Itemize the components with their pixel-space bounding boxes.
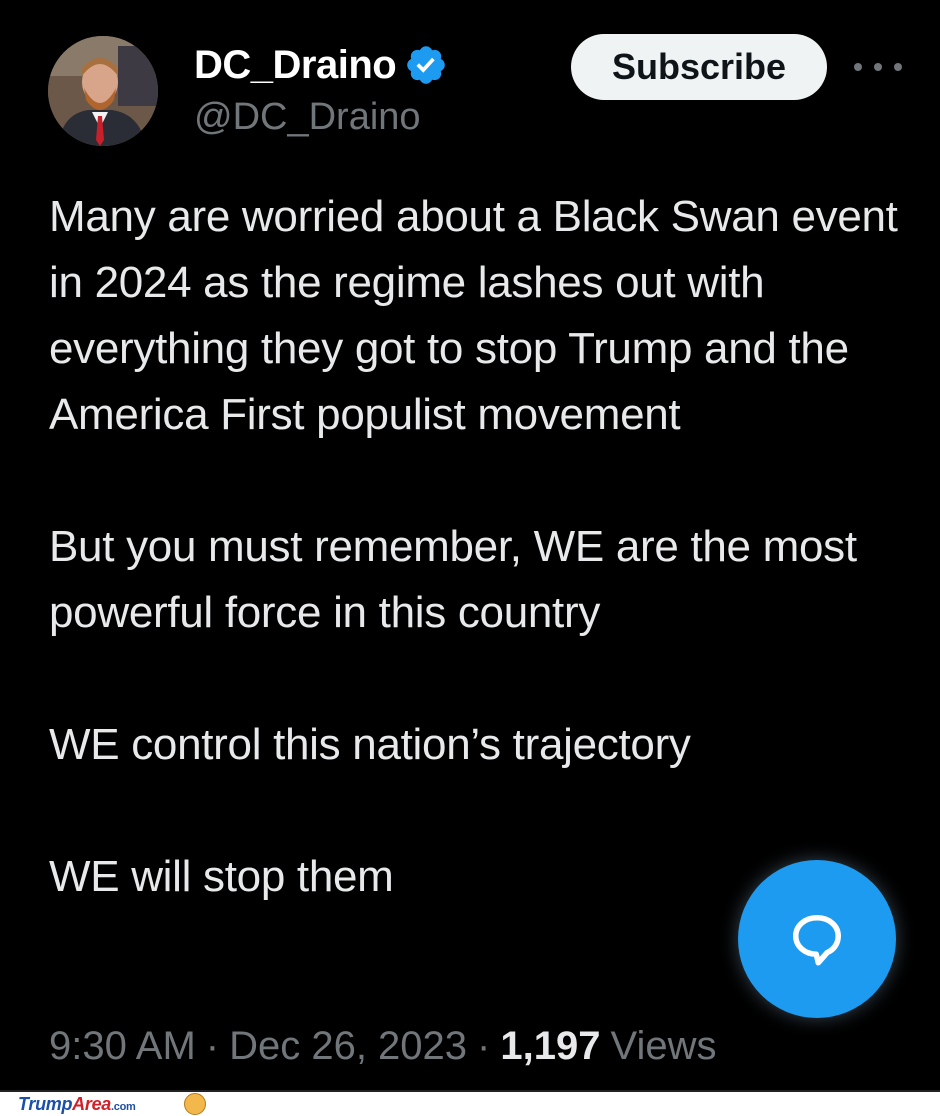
reply-bubble-icon	[793, 915, 841, 966]
views-count: 1,197	[500, 1024, 601, 1068]
tweet-text: Many are worried about a Black Swan even…	[49, 184, 919, 910]
display-name[interactable]: DC_Draino	[194, 43, 397, 88]
dot	[874, 63, 882, 71]
verified-badge-icon	[407, 46, 445, 84]
trump-face-icon	[184, 1093, 206, 1115]
brand-suffix: .com	[111, 1101, 136, 1113]
brand-part1: Trump	[18, 1094, 73, 1114]
brand-part2: Area	[72, 1094, 111, 1114]
tweet-time[interactable]: 9:30 AM	[49, 1024, 196, 1069]
user-handle[interactable]: @DC_Draino	[194, 96, 421, 139]
reply-fab-button[interactable]	[738, 860, 896, 1018]
dot	[894, 63, 902, 71]
subscribe-button[interactable]: Subscribe	[571, 34, 827, 100]
tweet-screen: DC_Draino @DC_Draino Subscribe Many are …	[0, 0, 940, 1090]
tweet-paragraph: But you must remember, WE are the most p…	[49, 522, 857, 637]
separator: ·	[205, 1024, 220, 1068]
tweet-date[interactable]: Dec 26, 2023	[229, 1024, 467, 1069]
avatar[interactable]	[48, 36, 158, 146]
views-label: Views	[610, 1024, 717, 1068]
tweet-meta: 9:30 AM · Dec 26, 2023 · 1,197 Views	[49, 1024, 716, 1069]
dot	[854, 63, 862, 71]
separator: ·	[477, 1024, 491, 1068]
watermark-logo: TrumpArea.com	[18, 1094, 136, 1115]
tweet-paragraph: WE control this nation’s trajectory	[49, 720, 691, 769]
tweet-paragraph: Many are worried about a Black Swan even…	[49, 192, 898, 439]
more-dots-icon[interactable]	[848, 52, 908, 82]
name-row: DC_Draino	[194, 40, 448, 90]
watermark-bar: TrumpArea.com	[0, 1090, 940, 1116]
